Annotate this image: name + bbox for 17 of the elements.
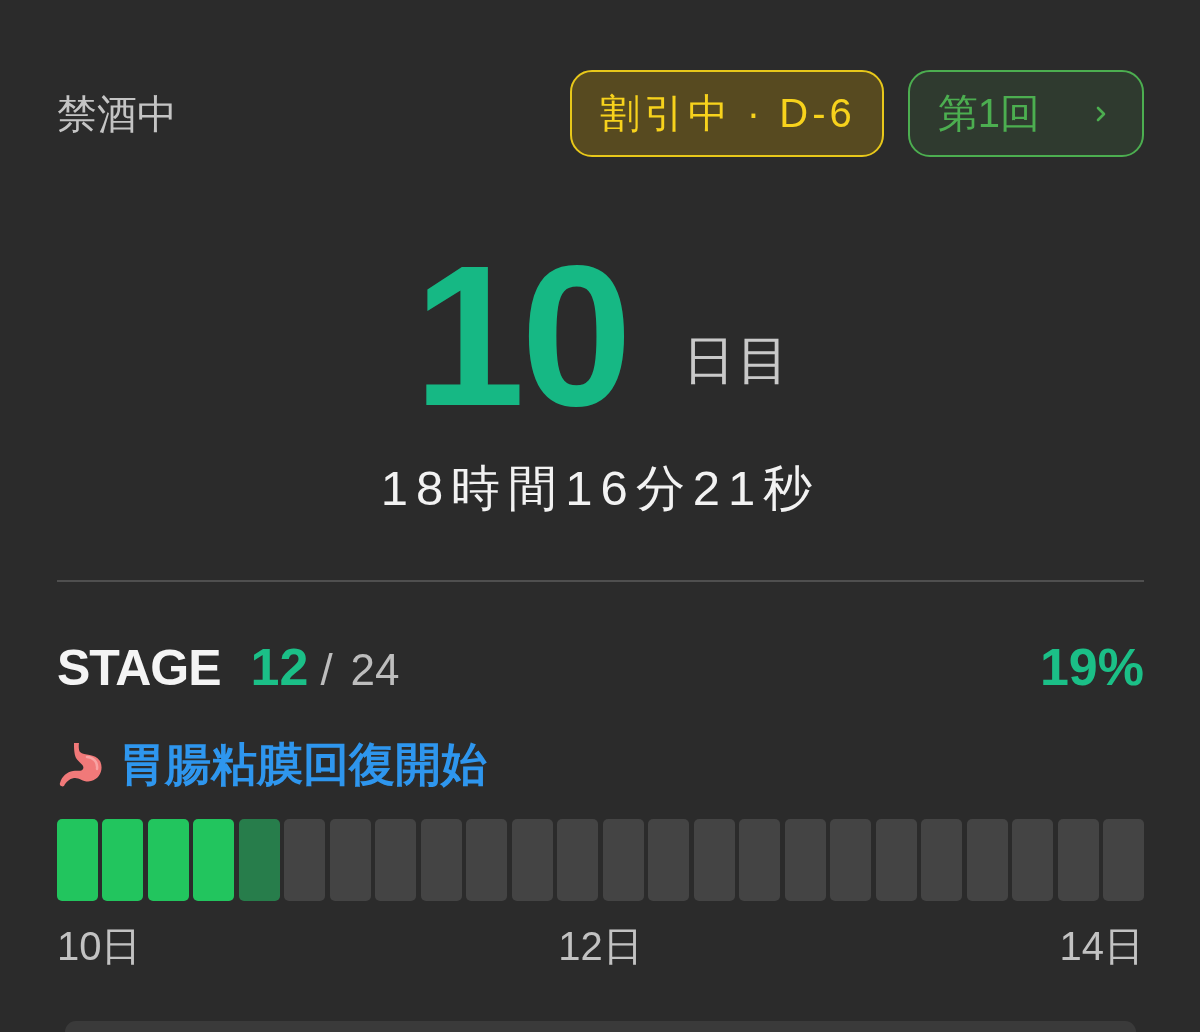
attempt-button[interactable]: 第1回 (907, 70, 1144, 157)
stage-label: STAGE (57, 639, 221, 698)
stage-total: 24 (350, 644, 400, 696)
stomach-icon (57, 741, 103, 787)
status-label: 禁酒中 (57, 90, 177, 138)
stage-separator: / (320, 644, 333, 696)
day-count: 10 (413, 236, 629, 436)
elapsed-time: 18時間16分21秒 (380, 460, 821, 517)
progress-percent: 19% (1039, 637, 1144, 697)
chevron-icon (1096, 105, 1106, 122)
day-unit-label: 日目 (683, 334, 792, 386)
stage-number: 12 (250, 637, 309, 697)
milestone-title: 胃腸粘膜回復開始 (119, 737, 487, 792)
day-scale-label: 12日 (558, 923, 643, 970)
day-scale-label: 10日 (57, 923, 142, 970)
discount-badge: 割引中 · D-6 (569, 70, 884, 157)
day-scale-label: 14日 (1059, 923, 1144, 970)
